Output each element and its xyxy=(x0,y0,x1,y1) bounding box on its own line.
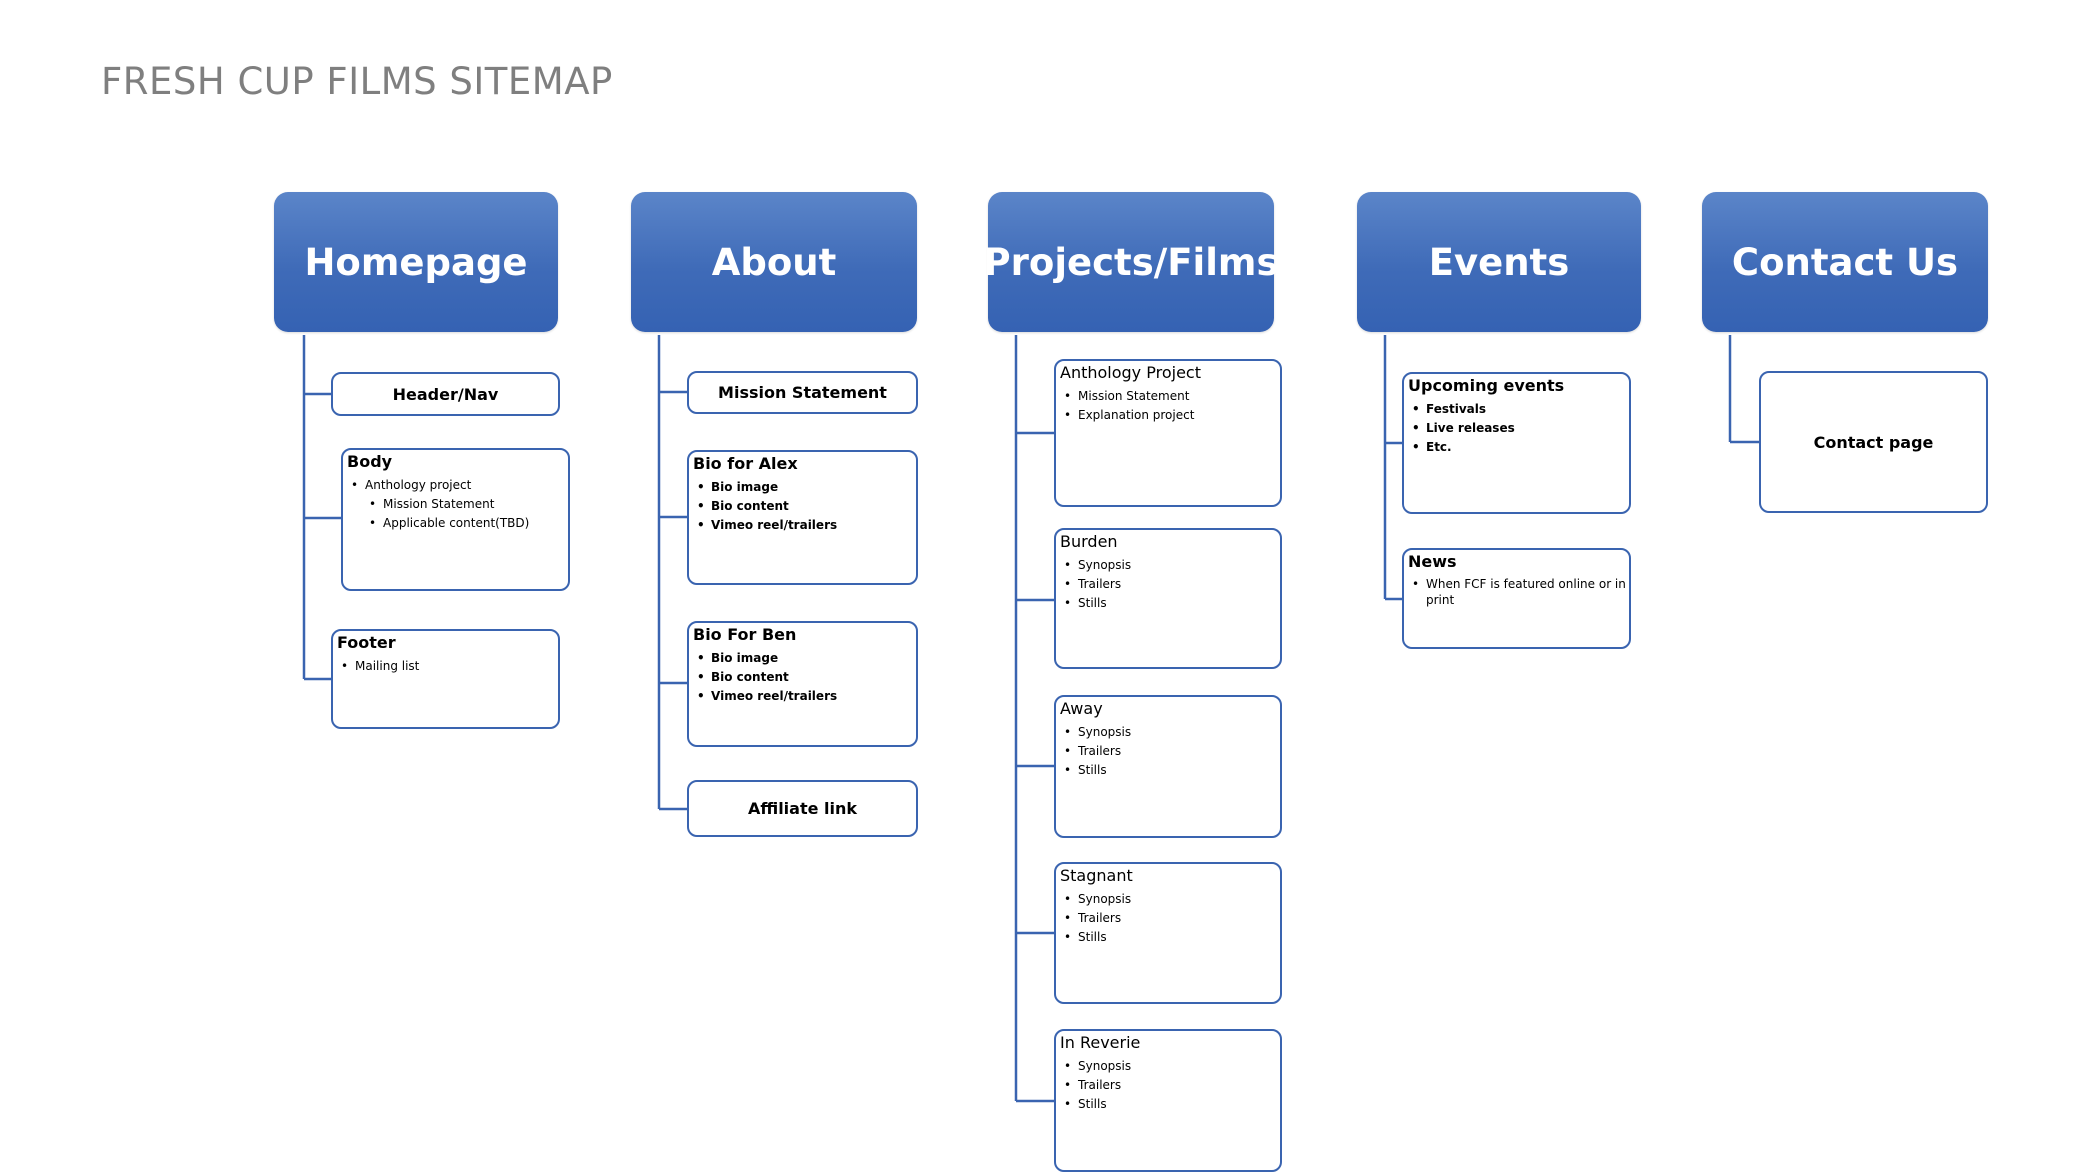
list-item: Stills xyxy=(1064,928,1280,947)
node-label: Contact page xyxy=(1813,432,1934,452)
list-item: Bio image xyxy=(697,478,916,497)
homepage-header: Homepage xyxy=(274,192,558,332)
list-item: Trailers xyxy=(1064,742,1280,761)
list-item: Mission Statement xyxy=(1064,387,1280,406)
list-item: Synopsis xyxy=(1064,723,1280,742)
node-title: Anthology Project xyxy=(1060,363,1201,382)
node-title: News xyxy=(1408,552,1457,571)
list-item: Etc. xyxy=(1412,438,1629,457)
node-body: Body Anthology project Mission Statement… xyxy=(341,448,570,591)
node-header-nav: Header/Nav xyxy=(331,372,560,416)
node-title: Upcoming events xyxy=(1408,376,1565,395)
projects-films-header: Projects/Films xyxy=(984,192,1278,332)
list-item: Vimeo reel/trailers xyxy=(697,687,916,706)
list-item: Synopsis xyxy=(1064,556,1280,575)
node-away: Away Synopsis Trailers Stills xyxy=(1054,695,1282,838)
node-in-reverie: In Reverie Synopsis Trailers Stills xyxy=(1054,1029,1282,1172)
list-item: Synopsis xyxy=(1064,1057,1280,1076)
list-item: Stills xyxy=(1064,594,1280,613)
list-item: Mailing list xyxy=(341,657,558,676)
node-title: Burden xyxy=(1060,532,1118,551)
list-item: Synopsis xyxy=(1064,890,1280,909)
node-title: Body xyxy=(347,452,393,471)
about-header: About xyxy=(631,192,917,332)
node-contact-page: Contact page xyxy=(1759,371,1988,513)
list-item: Explanation project xyxy=(1064,406,1280,425)
node-stagnant: Stagnant Synopsis Trailers Stills xyxy=(1054,862,1282,1004)
list-item: Live releases xyxy=(1412,419,1629,438)
list-item: Festivals xyxy=(1412,400,1629,419)
list-item: Anthology project xyxy=(351,476,568,495)
node-burden: Burden Synopsis Trailers Stills xyxy=(1054,528,1282,669)
node-label: Affiliate link xyxy=(747,799,858,818)
node-news: News When FCF is featured online or in p… xyxy=(1402,548,1631,649)
node-label: Mission Statement xyxy=(718,383,887,402)
list-item: When FCF is featured online or in print xyxy=(1412,576,1636,608)
node-title: Bio for Alex xyxy=(693,454,798,473)
list-item: Mission Statement xyxy=(369,495,568,514)
node-title: Away xyxy=(1060,699,1103,718)
list-item: Stills xyxy=(1064,761,1280,780)
list-item: Trailers xyxy=(1064,1076,1280,1095)
node-affiliate-link: Affiliate link xyxy=(687,780,918,837)
list-item: Trailers xyxy=(1064,575,1280,594)
node-anthology-project: Anthology Project Mission Statement Expl… xyxy=(1054,359,1282,507)
list-item: Stills xyxy=(1064,1095,1280,1114)
node-title: In Reverie xyxy=(1060,1033,1141,1052)
node-title: Bio For Ben xyxy=(693,625,797,644)
list-item: Bio content xyxy=(697,497,916,516)
list-item: Trailers xyxy=(1064,909,1280,928)
node-upcoming-events: Upcoming events Festivals Live releases … xyxy=(1402,372,1631,514)
node-bio-for-ben: Bio For Ben Bio image Bio content Vimeo … xyxy=(687,621,918,747)
node-title: Stagnant xyxy=(1060,866,1133,885)
list-item: Vimeo reel/trailers xyxy=(697,516,916,535)
node-title: Footer xyxy=(337,633,396,652)
node-label: Header/Nav xyxy=(392,384,499,404)
node-footer: Footer Mailing list xyxy=(331,629,560,729)
events-header: Events xyxy=(1357,192,1641,332)
node-mission-statement: Mission Statement xyxy=(687,371,918,414)
list-item: Applicable content(TBD) xyxy=(369,514,568,533)
connector-lines xyxy=(302,335,1759,1103)
list-item: Bio image xyxy=(697,649,916,668)
node-bio-for-alex: Bio for Alex Bio image Bio content Vimeo… xyxy=(687,450,918,585)
list-item: Bio content xyxy=(697,668,916,687)
contact-us-header: Contact Us xyxy=(1702,192,1988,332)
